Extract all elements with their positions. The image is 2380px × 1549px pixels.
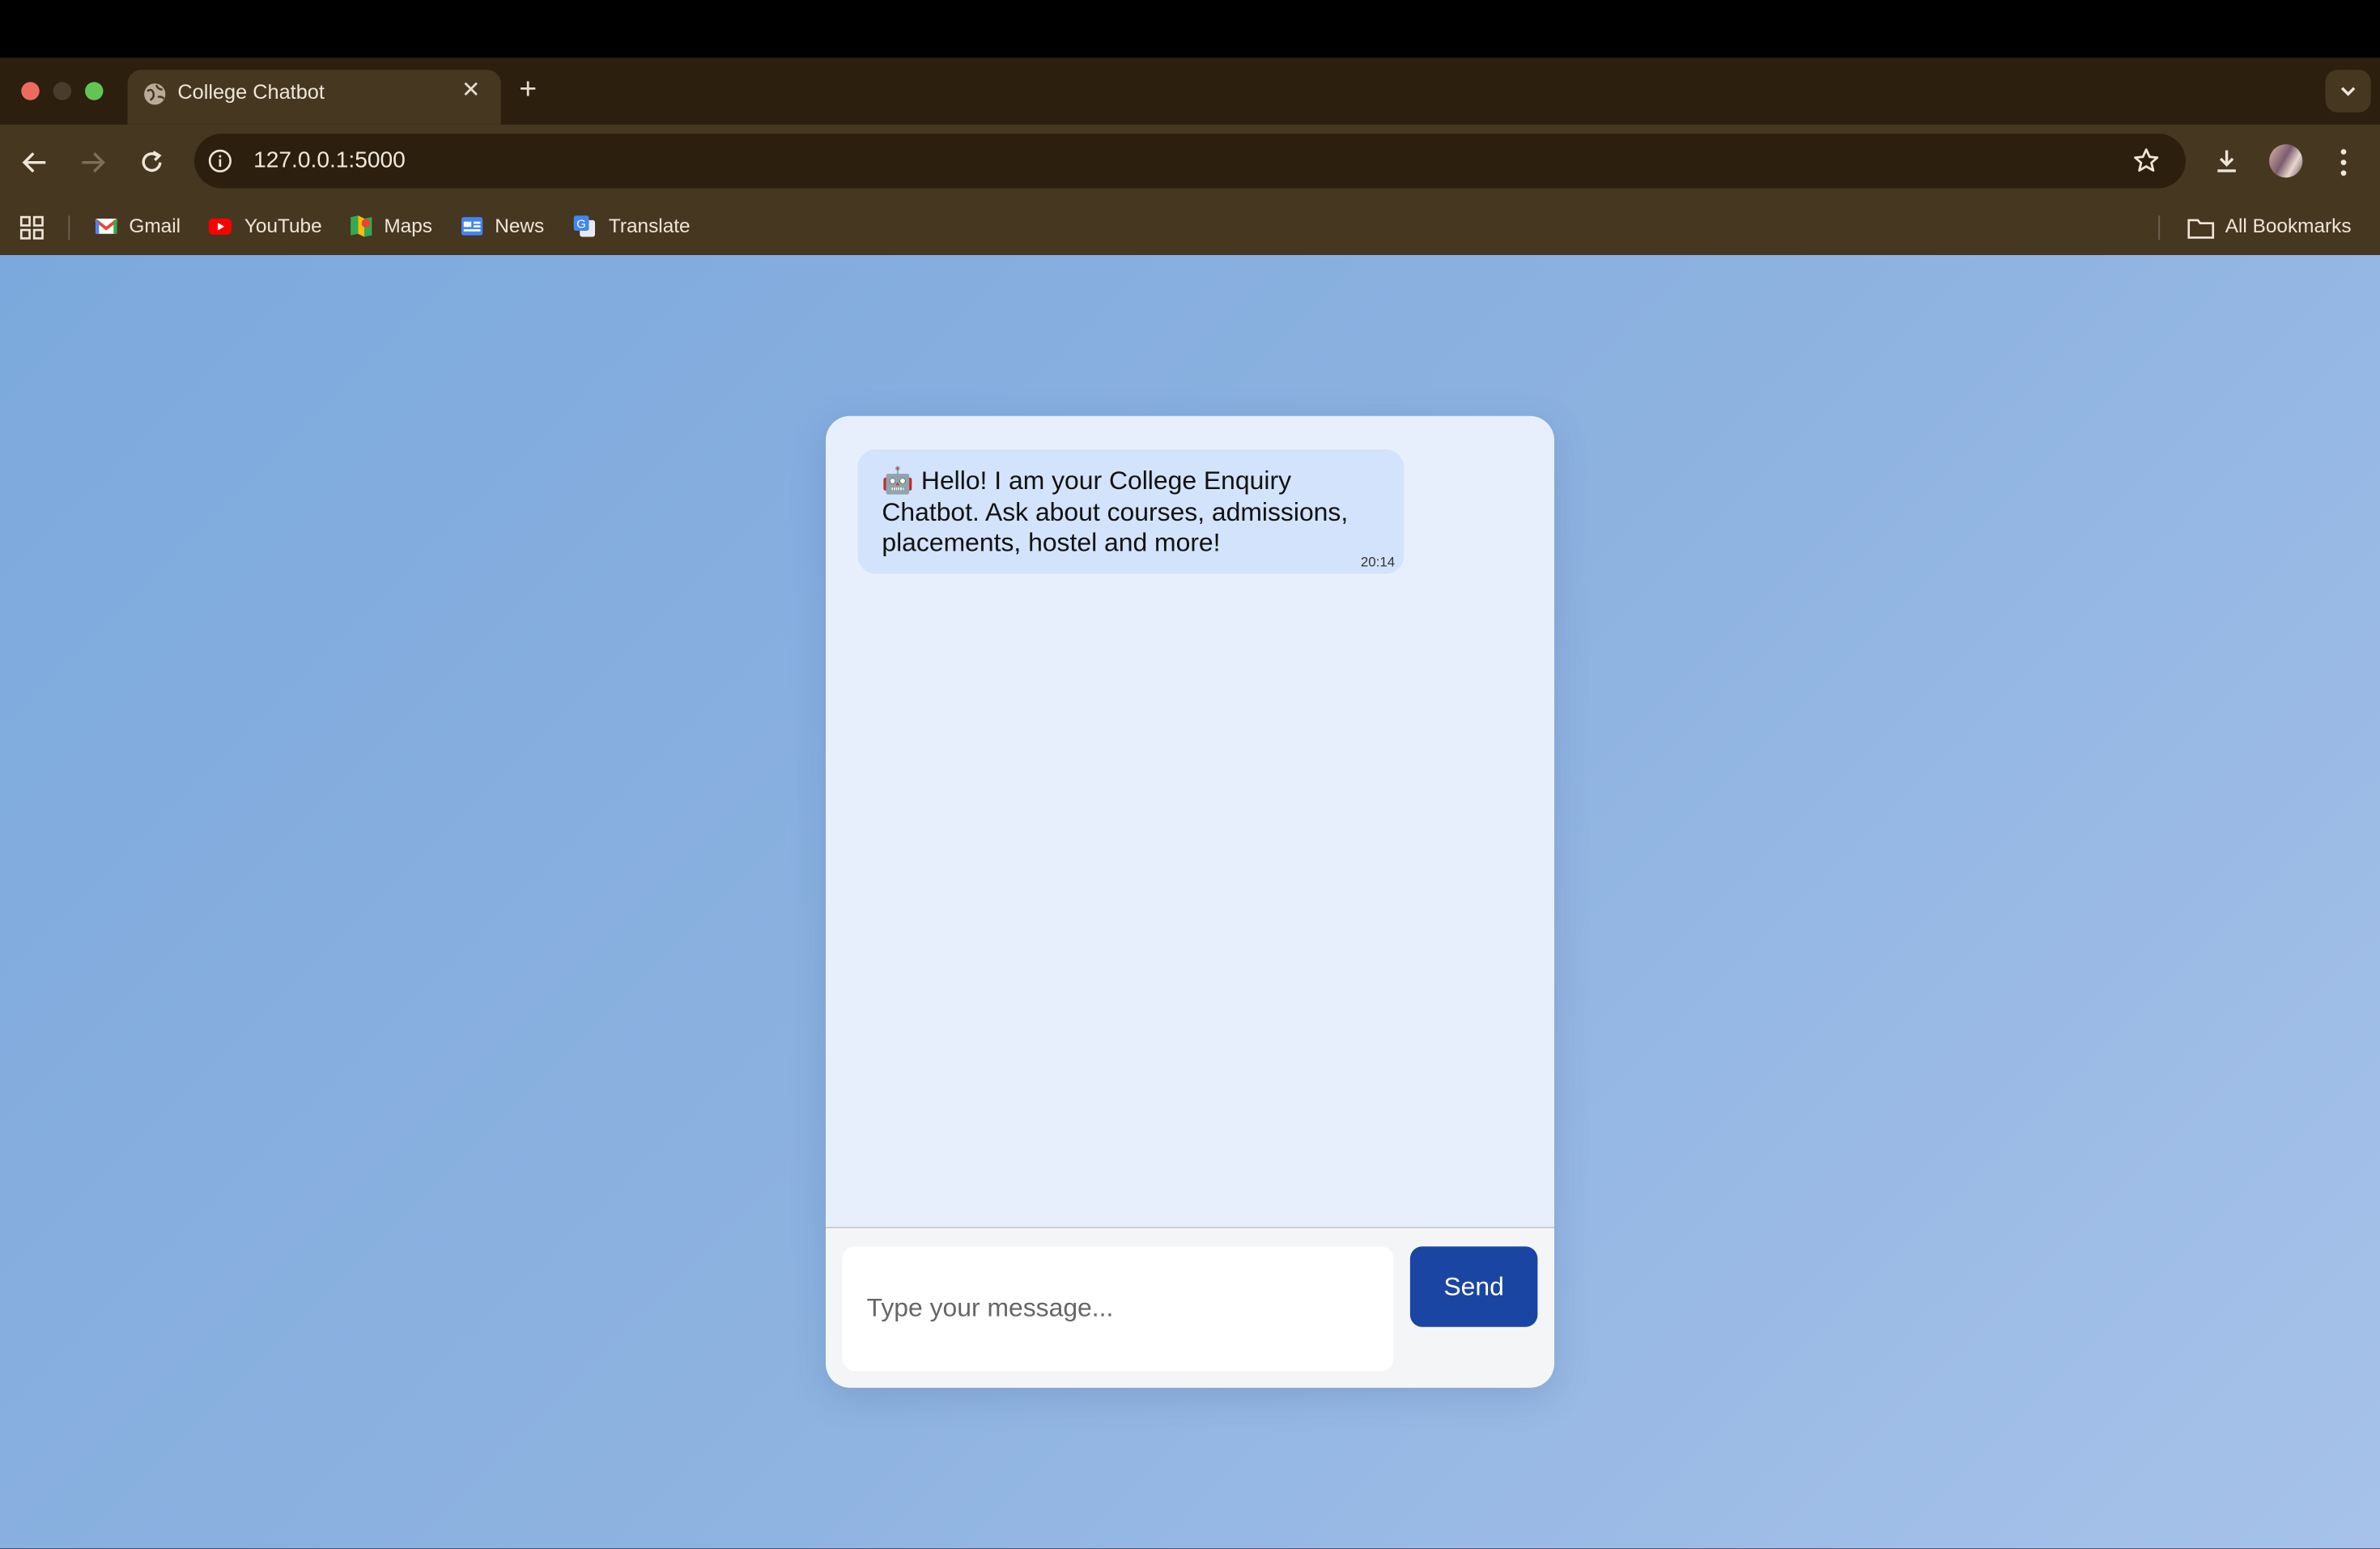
send-button[interactable]: Send [1409, 1246, 1538, 1327]
url-text: 127.0.0.1:5000 [253, 147, 406, 173]
maximize-window-button[interactable] [85, 82, 104, 100]
bookmark-translate[interactable]: Translate [609, 214, 691, 236]
reload-icon[interactable] [138, 149, 166, 177]
bot-message-bubble: 🤖 Hello! I am your College Enquiry Chatb… [857, 449, 1405, 574]
globe-icon [144, 83, 166, 105]
youtube-icon [208, 219, 232, 235]
download-icon[interactable] [2213, 147, 2241, 175]
chat-container: 🤖 Hello! I am your College Enquiry Chatb… [826, 415, 1554, 1388]
bot-message-text: 🤖 Hello! I am your College Enquiry Chatb… [882, 466, 1349, 558]
site-info-icon[interactable] [208, 149, 232, 173]
bookmark-youtube[interactable]: YouTube [244, 214, 322, 236]
page-background: 🤖 Hello! I am your College Enquiry Chatb… [0, 255, 2380, 1549]
bookmarks-divider-right [2158, 215, 2161, 240]
avatar[interactable] [2269, 144, 2303, 178]
star-icon[interactable] [2132, 147, 2160, 175]
tab-search-button[interactable] [2325, 70, 2371, 113]
chevron-down-icon [2340, 87, 2356, 96]
forward-arrow-icon[interactable] [79, 149, 107, 177]
message-timestamp: 20:14 [1360, 554, 1396, 570]
message-input[interactable] [842, 1246, 1394, 1372]
gmail-icon [94, 219, 118, 234]
plus-icon[interactable]: + [519, 70, 537, 109]
folder-icon [2187, 219, 2215, 239]
more-menu-icon[interactable] [2333, 147, 2354, 178]
apps-grid-icon[interactable] [19, 215, 44, 240]
news-icon [461, 217, 483, 236]
maps-icon [351, 215, 372, 237]
close-window-button[interactable] [21, 82, 40, 100]
tab-college-chatbot[interactable]: College Chatbot ✕ [127, 70, 501, 125]
toolbar: 127.0.0.1:5000 [0, 124, 2380, 201]
browser-window: College Chatbot ✕ + 127.0.0.1:5000 Gmail… [0, 0, 2380, 1549]
bookmark-news[interactable]: News [495, 214, 544, 236]
bookmarks-bar: Gmail YouTube Maps News G Translate All … [0, 200, 2380, 255]
bookmark-maps[interactable]: Maps [384, 214, 432, 236]
svg-text:G: G [576, 217, 586, 231]
bookmarks-divider [68, 215, 70, 240]
address-bar[interactable]: 127.0.0.1:5000 [194, 134, 2186, 189]
translate-icon: G [573, 215, 595, 237]
close-tab-icon[interactable]: ✕ [461, 78, 481, 105]
bookmark-gmail[interactable]: Gmail [129, 214, 181, 236]
back-arrow-icon[interactable] [21, 149, 49, 177]
tab-title: College Chatbot [177, 80, 325, 104]
chat-input-area: Send [826, 1227, 1554, 1388]
all-bookmarks-button[interactable]: All Bookmarks [2225, 214, 2352, 236]
minimize-window-button[interactable] [53, 82, 72, 100]
